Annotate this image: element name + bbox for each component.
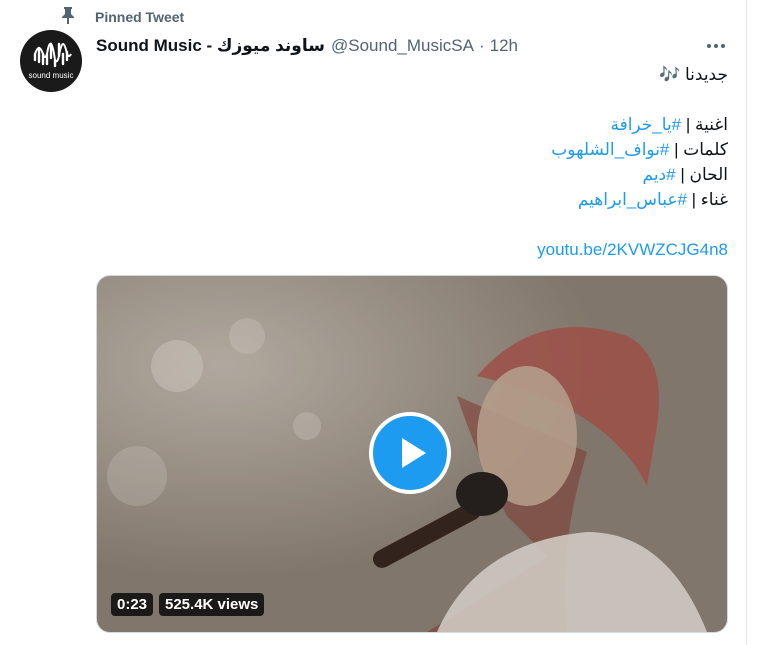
pinned-label: Pinned Tweet (95, 9, 185, 25)
singer-label: غناء | (686, 190, 728, 209)
tweet-text: جديدنا 🎶 اغنية | #يا_خرافة كلمات | #نواف… (96, 62, 728, 262)
timeline-divider (746, 0, 747, 645)
tweet-timestamp[interactable]: 12h (490, 36, 518, 56)
header-separator: · (478, 36, 485, 55)
tweet-line-lyrics: كلمات | #نواف_الشلهوب (96, 137, 728, 162)
youtube-link[interactable]: youtu.be/2KVWZCJG4n8 (537, 240, 728, 259)
tweet-line-link: youtu.be/2KVWZCJG4n8 (96, 237, 728, 262)
avatar[interactable]: sound music (20, 30, 82, 92)
lyrics-label: كلمات | (669, 140, 728, 159)
tweet-line-intro: جديدنا 🎶 (96, 62, 728, 87)
composer-label: الحان | (675, 165, 728, 184)
display-name[interactable]: Sound Music - ساوند ميوزك (96, 36, 325, 56)
tweet-line-composer: الحان | #ديم (96, 162, 728, 187)
song-label: اغنية | (681, 115, 728, 134)
tweet-line-singer: غناء | #عباس_ابراهيم (96, 187, 728, 212)
hashtag-singer[interactable]: #عباس_ابراهيم (578, 190, 687, 209)
video-player[interactable]: 0:23 525.4K views (96, 275, 728, 633)
hashtag-composer[interactable]: #ديم (643, 165, 676, 184)
pin-icon (62, 7, 74, 24)
video-views: 525.4K views (159, 593, 265, 616)
hashtag-lyricist[interactable]: #نواف_الشلهوب (551, 140, 669, 159)
tweet-header: Sound Music - ساوند ميوزك @Sound_MusicSA… (96, 35, 518, 57)
video-duration: 0:23 (111, 593, 154, 616)
hashtag-song[interactable]: #يا_خرافة (610, 115, 681, 134)
tweet-line-song: اغنية | #يا_خرافة (96, 112, 728, 137)
sound-logo-icon (33, 42, 72, 68)
play-icon (402, 438, 426, 468)
more-icon[interactable] (704, 36, 728, 56)
intro-text: جديدنا (680, 65, 728, 84)
music-notes-icon: 🎶 (659, 65, 681, 84)
play-button[interactable] (369, 412, 451, 494)
user-handle[interactable]: @Sound_MusicSA (331, 36, 474, 56)
avatar-caption: sound music (28, 71, 74, 80)
